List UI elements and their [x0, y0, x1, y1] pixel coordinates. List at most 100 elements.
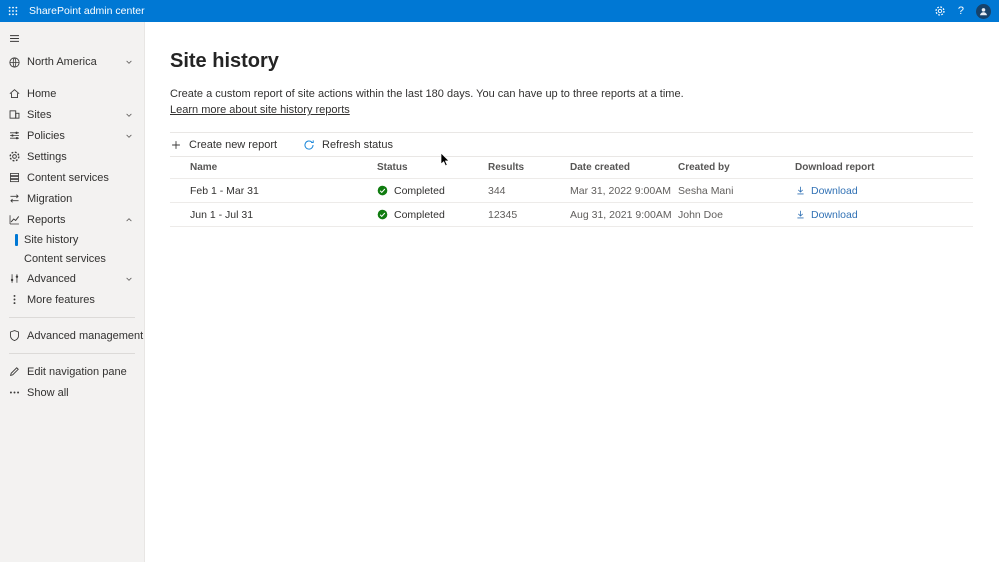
sidebar-item-label: Advanced: [27, 272, 76, 285]
learn-more-link[interactable]: Learn more about site history reports: [170, 104, 350, 116]
download-link[interactable]: Download: [811, 185, 858, 197]
sidebar-item-home[interactable]: Home: [0, 83, 144, 104]
download-link[interactable]: Download: [811, 209, 858, 221]
page-title: Site history: [170, 50, 279, 72]
sidebar-item-settings[interactable]: Settings: [0, 146, 144, 167]
home-icon: [8, 87, 21, 100]
table-row[interactable]: Jun 1 - Jul 31 Completed 12345 Aug 31, 2…: [170, 203, 973, 227]
refresh-status-button[interactable]: Refresh status: [303, 139, 393, 151]
app-launcher-button[interactable]: [0, 0, 26, 22]
download-cell: Download: [795, 185, 973, 197]
sidebar-item-show-all[interactable]: Show all: [0, 382, 144, 403]
waffle-icon: [7, 5, 19, 17]
status-label: Completed: [394, 208, 445, 221]
help-button[interactable]: ?: [958, 5, 964, 17]
selected-indicator: [15, 233, 18, 246]
report-name: Feb 1 - Mar 31: [190, 184, 259, 197]
report-results: 12345: [488, 208, 518, 221]
sidebar: North America Home Sites Policies Settin…: [0, 22, 145, 562]
report-status: Completed: [377, 209, 488, 221]
chevron-up-icon: [124, 215, 134, 225]
sites-icon: [8, 108, 21, 121]
sidebar-item-label: Migration: [27, 192, 73, 205]
plus-icon: [170, 139, 182, 151]
report-status: Completed: [377, 185, 488, 197]
col-date-created[interactable]: Date created: [570, 162, 678, 173]
shield-icon: [8, 329, 21, 342]
col-name[interactable]: Name: [170, 162, 377, 173]
chevron-down-icon: [124, 131, 134, 141]
settings-gear-icon[interactable]: [934, 5, 946, 17]
completed-check-icon: [377, 209, 388, 220]
col-created-by[interactable]: Created by: [678, 162, 795, 173]
migration-icon: [8, 192, 21, 205]
sidebar-item-content-services[interactable]: Content services: [0, 167, 144, 188]
sidebar-item-reports[interactable]: Reports: [0, 209, 144, 230]
org-selector[interactable]: North America: [0, 50, 144, 74]
sidebar-item-label: Policies: [27, 129, 65, 142]
col-results[interactable]: Results: [488, 162, 570, 173]
policies-icon: [8, 129, 21, 142]
sidebar-item-advanced[interactable]: Advanced: [0, 268, 144, 289]
download-icon: [795, 185, 806, 196]
status-label: Completed: [394, 184, 445, 197]
download-icon: [795, 209, 806, 220]
col-status[interactable]: Status: [377, 162, 488, 173]
app-title: SharePoint admin center: [29, 5, 145, 17]
col-download-report[interactable]: Download report: [795, 162, 973, 173]
report-created-by: Sesha Mani: [678, 184, 734, 197]
table-row[interactable]: Feb 1 - Mar 31 Completed 344 Mar 31, 202…: [170, 179, 973, 203]
sidebar-item-edit-navigation-pane[interactable]: Edit navigation pane: [0, 361, 144, 382]
topbar: SharePoint admin center ?: [0, 0, 999, 22]
ellipsis-icon: [8, 386, 21, 399]
sidebar-item-label: Home: [27, 87, 57, 100]
refresh-status-label: Refresh status: [322, 138, 393, 151]
account-avatar[interactable]: [976, 3, 991, 19]
reports-icon: [8, 213, 21, 226]
sidebar-divider: [9, 353, 135, 354]
sidebar-item-label: Edit navigation pane: [27, 365, 127, 378]
sidebar-item-label: Settings: [27, 150, 67, 163]
sidebar-item-label: Show all: [27, 386, 69, 399]
table-header: Name Status Results Date created Created…: [170, 157, 973, 179]
page-description: Create a custom report of site actions w…: [170, 88, 684, 100]
chevron-down-icon: [124, 57, 134, 67]
sidebar-item-site-history[interactable]: Site history: [0, 230, 144, 249]
report-date-created: Aug 31, 2021 9:00AM: [570, 208, 672, 221]
report-date-created: Mar 31, 2022 9:00AM: [570, 184, 671, 197]
sidebar-item-label: Content services: [27, 171, 109, 184]
chevron-down-icon: [124, 274, 134, 284]
sidebar-item-policies[interactable]: Policies: [0, 125, 144, 146]
sidebar-item-label: Reports: [27, 213, 66, 226]
content-services-icon: [8, 171, 21, 184]
person-icon: [978, 6, 989, 17]
refresh-icon: [303, 139, 315, 151]
chevron-down-icon: [124, 110, 134, 120]
sidebar-item-sites[interactable]: Sites: [0, 104, 144, 125]
sidebar-item-label: More features: [27, 293, 95, 306]
hamburger-icon: [8, 32, 21, 45]
main-content: Site history Create a custom report of s…: [145, 22, 999, 562]
more-features-icon: [8, 293, 21, 306]
report-results: 344: [488, 184, 506, 197]
sidebar-item-advanced-management[interactable]: Advanced management: [0, 325, 144, 346]
sidebar-item-migration[interactable]: Migration: [0, 188, 144, 209]
advanced-icon: [8, 272, 21, 285]
sidebar-item-label: Content services: [24, 252, 106, 265]
nav-collapse-button[interactable]: [0, 26, 144, 50]
download-cell: Download: [795, 209, 973, 221]
gear-icon: [8, 150, 21, 163]
topbar-actions: ?: [934, 3, 999, 19]
pencil-icon: [8, 365, 21, 378]
create-new-report-button[interactable]: Create new report: [170, 139, 277, 151]
sidebar-item-content-services-report[interactable]: Content services: [0, 249, 144, 268]
sidebar-item-label: Sites: [27, 108, 52, 121]
command-bar: Create new report Refresh status: [170, 132, 973, 157]
report-name: Jun 1 - Jul 31: [190, 208, 254, 221]
sidebar-item-label: Advanced management: [27, 329, 144, 342]
report-created-by: John Doe: [678, 208, 723, 221]
reports-table: Name Status Results Date created Created…: [170, 157, 973, 227]
completed-check-icon: [377, 185, 388, 196]
sidebar-item-more-features[interactable]: More features: [0, 289, 144, 310]
org-label: North America: [27, 56, 97, 68]
